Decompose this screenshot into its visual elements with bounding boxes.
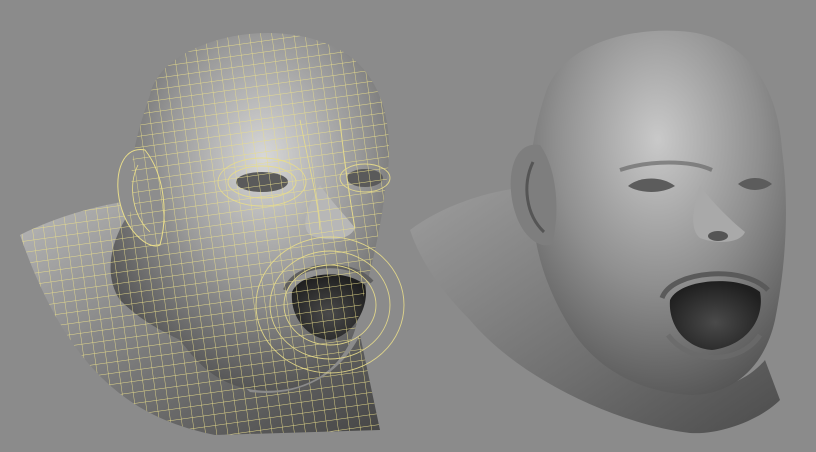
render-canvas <box>20 30 786 435</box>
3d-viewport[interactable] <box>0 0 816 452</box>
wireframe-head <box>20 33 405 435</box>
smooth-head <box>410 30 786 434</box>
